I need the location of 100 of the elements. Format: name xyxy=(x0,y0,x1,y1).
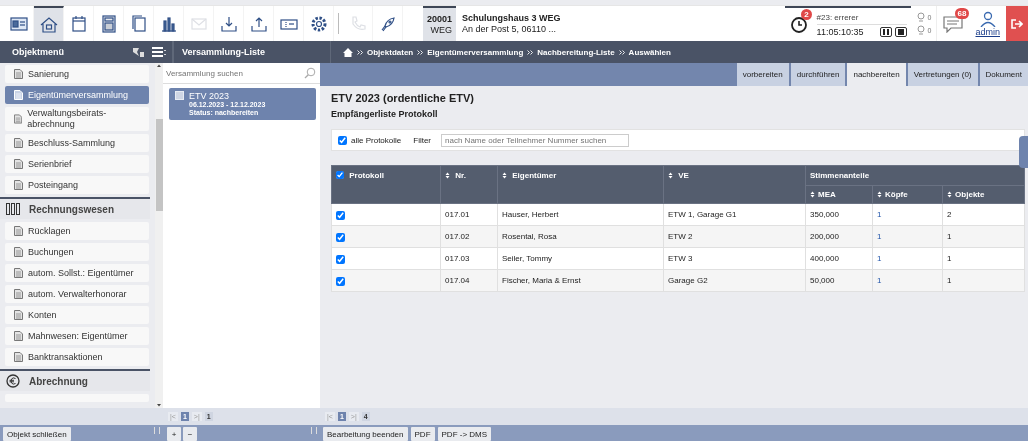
clock-icon[interactable] xyxy=(789,15,808,34)
action-button[interactable]: Bearbeitung beenden xyxy=(323,427,408,441)
sort-icon xyxy=(502,172,507,179)
sidebar-item[interactable]: Posteingang xyxy=(5,176,149,194)
document-icon xyxy=(14,310,23,320)
table-cell: Seiler, Tommy xyxy=(497,247,664,270)
document-icon xyxy=(14,268,23,278)
list-button[interactable]: − xyxy=(183,427,197,441)
logout-button[interactable] xyxy=(1006,6,1028,41)
scrollbar-thumb[interactable] xyxy=(155,119,163,211)
sort-icon xyxy=(877,191,882,198)
object-info-card[interactable]: 20001 WEG Schulungshaus 3 WEG An der Post 5, 06110 ... xyxy=(423,6,575,41)
logout-icon xyxy=(1011,17,1023,30)
tab[interactable]: Dokument xyxy=(979,63,1028,86)
sidebar-item[interactable]: Banktransaktionen xyxy=(5,348,149,366)
menu-icon[interactable] xyxy=(151,46,167,58)
sidebar-item[interactable]: Eigentümerversammlung xyxy=(5,86,149,104)
sidebar-item[interactable]: Mahnwesen: Eigentümer xyxy=(5,327,149,345)
checkbox[interactable] xyxy=(336,276,345,286)
table-cell: Hauser, Herbert xyxy=(497,203,664,226)
side-panel-handle[interactable] xyxy=(1019,136,1028,168)
sidebar-item[interactable]: Verwaltungsbeirats-abrechnung xyxy=(5,107,149,131)
home-icon[interactable] xyxy=(343,47,353,57)
chevron-icon xyxy=(527,49,534,55)
list-button[interactable]: + xyxy=(167,427,181,441)
object-number: 20001 xyxy=(427,13,453,25)
document-icon xyxy=(14,352,23,362)
search-icon xyxy=(304,67,316,79)
sidebar-item[interactable]: Serienbrief xyxy=(5,155,149,173)
section-title: Empfängerliste Protokoll xyxy=(331,109,439,119)
table-cell: ETW 2 xyxy=(663,225,806,248)
sidebar-item[interactable]: Beschluss-Sammlung xyxy=(5,134,149,152)
table-cell: 1 xyxy=(872,247,943,270)
notification-badge: 2 xyxy=(801,9,812,20)
column-header[interactable]: Nr. xyxy=(440,165,498,204)
checkbox[interactable] xyxy=(336,254,345,264)
message-icon[interactable] xyxy=(943,14,964,33)
sidebar-item[interactable]: autom. Sollst.: Eigentümer xyxy=(5,264,149,282)
close-object-button[interactable]: Objekt schließen xyxy=(3,427,71,441)
chevron-icon xyxy=(357,49,363,55)
pause-button[interactable] xyxy=(879,26,892,37)
user-link[interactable]: admin xyxy=(975,26,1000,37)
sidebar-section[interactable]: Rechnungswesen xyxy=(0,197,151,219)
filter-field[interactable]: nach Name oder Teilnehmer Nummer suchen xyxy=(441,133,630,147)
sidebar-item[interactable]: Buchungen xyxy=(5,243,149,261)
checkbox[interactable] xyxy=(336,210,345,220)
sidebar-item[interactable]: Konten xyxy=(5,306,149,324)
table-cell: 017.01 xyxy=(440,203,498,226)
column-header[interactable]: VE xyxy=(663,165,806,204)
chevron-icon xyxy=(417,49,424,55)
resize-grip-icon[interactable] xyxy=(154,427,160,434)
table-cell: Rosental, Rosa xyxy=(497,225,664,248)
checkbox[interactable] xyxy=(338,135,347,145)
tab[interactable]: Vertretungen (0) xyxy=(907,63,978,86)
column-header[interactable]: Eigentümer xyxy=(497,165,664,204)
table-cell: Garage G2 xyxy=(663,269,806,292)
document-icon xyxy=(14,159,23,169)
pause-icon xyxy=(882,28,889,35)
document-icon xyxy=(14,69,23,79)
table-cell: Fischer, Maria & Ernst xyxy=(497,269,664,292)
document-icon xyxy=(175,91,184,100)
breadcrumb-link[interactable]: Auswählen xyxy=(628,47,671,57)
tab[interactable]: vorbereiten xyxy=(736,63,789,86)
breadcrumb-link[interactable]: Nachbereitung-Liste xyxy=(537,47,615,57)
table-cell: 350,000 xyxy=(805,203,873,226)
sidebar-item[interactable]: autom. Verwalterhonorar xyxy=(5,285,149,303)
sidebar-title: Objektmenü xyxy=(12,47,64,57)
document-icon xyxy=(14,90,23,100)
column-header[interactable]: Protokoll xyxy=(331,165,441,204)
sort-icon xyxy=(810,191,815,198)
sidebar-section[interactable]: Abrechnung xyxy=(0,369,151,391)
timer-time: 11:05:10:35 xyxy=(816,26,864,37)
euro-icon xyxy=(6,374,20,388)
stop-button[interactable] xyxy=(894,26,907,37)
breadcrumb-link[interactable]: Eigentümerversammlung xyxy=(427,47,524,57)
action-button[interactable]: PDF -> DMS xyxy=(437,427,492,441)
table-cell: 1 xyxy=(872,203,943,226)
toolbar-button[interactable] xyxy=(34,6,64,41)
object-address: An der Post 5, 06110 ... xyxy=(462,23,557,35)
bulb-icon[interactable] xyxy=(915,12,926,22)
table-cell: 2 xyxy=(942,203,1025,226)
table-cell: ETW 1, Garage G1 xyxy=(663,203,806,226)
breadcrumb-link[interactable]: Objektdaten xyxy=(367,47,414,57)
timer-title: #23: errerer xyxy=(816,12,907,25)
checkbox[interactable] xyxy=(336,171,344,179)
document-icon xyxy=(14,180,23,190)
sidebar-item[interactable]: Sanierung xyxy=(5,65,149,83)
sidebar-item[interactable]: Rücklagen xyxy=(5,222,149,240)
tab[interactable]: nachbereiten xyxy=(847,63,906,86)
sort-icon xyxy=(668,172,673,179)
resize-grip-icon[interactable] xyxy=(311,427,317,434)
action-button[interactable]: PDF xyxy=(410,427,435,441)
scrollbar[interactable] xyxy=(155,63,163,408)
page-title: ETV 2023 (ordentliche ETV) xyxy=(331,92,476,104)
object-type: WEG xyxy=(430,24,453,36)
sort-icon xyxy=(947,191,953,198)
tab[interactable]: durchführen xyxy=(790,63,846,86)
pin-icon[interactable] xyxy=(131,46,145,58)
notification-badge: 68 xyxy=(954,8,970,19)
checkbox[interactable] xyxy=(336,232,345,242)
